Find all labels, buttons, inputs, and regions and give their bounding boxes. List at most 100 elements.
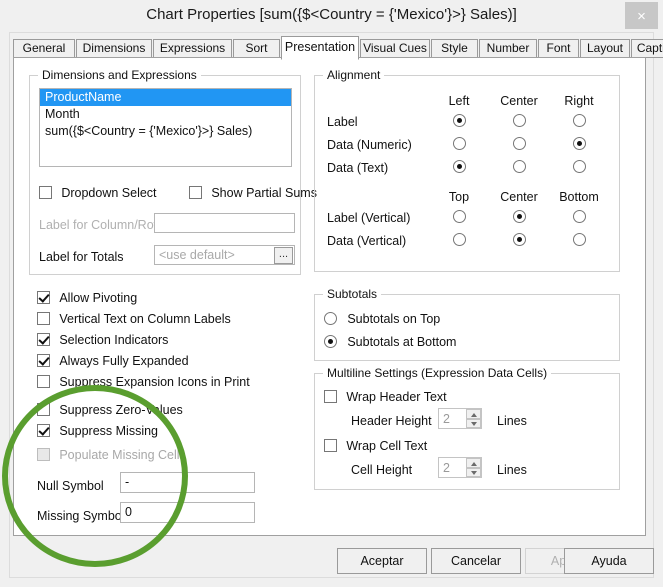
suppress-missing-checkbox[interactable]: Suppress Missing [37, 424, 158, 441]
header-height-value: 2 [443, 412, 450, 426]
alignment-row-data-text-label: Data (Text) [327, 161, 389, 175]
show-partial-sums-checkbox[interactable]: Show Partial Sums [189, 186, 317, 203]
suppress-expansion-icons-in-print-label: Suppress Expansion Icons in Print [59, 375, 250, 389]
tab-dimensions[interactable]: Dimensions [76, 39, 152, 58]
wrap-cell-text-label: Wrap Cell Text [346, 439, 428, 453]
header-height-label: Header Height [351, 414, 432, 428]
subtotals-at-bottom-radio[interactable]: Subtotals at Bottom [324, 335, 456, 352]
presentation-panel: Dimensions and Expressions ProductName M… [13, 57, 646, 536]
radio-label-center[interactable] [513, 114, 526, 127]
radio-label-vertical-top[interactable] [453, 210, 466, 223]
alignment-header-right: Right [564, 94, 594, 108]
selection-indicators-checkbox[interactable]: Selection Indicators [37, 333, 168, 350]
stepper-up-icon[interactable] [466, 458, 481, 468]
dimensions-listbox[interactable]: ProductName Month sum({$<Country = {'Mex… [39, 88, 292, 167]
allow-pivoting-checkbox[interactable]: Allow Pivoting [37, 291, 137, 308]
group-title: Multiline Settings (Expression Data Cell… [323, 366, 552, 380]
tab-expressions[interactable]: Expressions [153, 39, 232, 58]
suppress-missing-label: Suppress Missing [59, 424, 158, 438]
list-item[interactable]: ProductName [40, 89, 291, 106]
radio-label-right[interactable] [573, 114, 586, 127]
tab-general[interactable]: General [13, 39, 75, 58]
stepper-down-icon[interactable] [466, 467, 481, 477]
suppress-zero-values-label: Suppress Zero-Values [59, 403, 183, 417]
checkbox-icon [37, 333, 50, 346]
alignment-header-bottom: Bottom [559, 190, 599, 204]
radio-label-vertical-bottom[interactable] [573, 210, 586, 223]
list-item[interactable]: Month [40, 106, 291, 123]
stepper-down-icon[interactable] [466, 418, 481, 428]
radio-data-numeric-right[interactable] [573, 137, 586, 150]
tab-strip: General Dimensions Expressions Sort Pres… [13, 36, 663, 60]
alignment-header-left: Left [448, 94, 470, 108]
alignment-row-label-label: Label [327, 115, 358, 129]
header-height-stepper[interactable]: 2 [438, 408, 482, 429]
dropdown-select-checkbox[interactable]: Dropdown Select [39, 186, 157, 203]
wrap-header-text-checkbox[interactable]: Wrap Header Text [324, 390, 447, 407]
missing-symbol-label: Missing Symbol [37, 509, 125, 523]
alignment-row-data-vertical-label: Data (Vertical) [327, 234, 407, 248]
cancel-button[interactable]: Cancelar [431, 548, 521, 574]
checkbox-icon [189, 186, 202, 199]
wrap-cell-text-checkbox[interactable]: Wrap Cell Text [324, 439, 427, 456]
cell-height-value: 2 [443, 461, 450, 475]
page-title: Chart Properties [sum({$<Country = {'Mex… [146, 6, 517, 23]
vertical-text-on-column-labels-checkbox[interactable]: Vertical Text on Column Labels [37, 312, 231, 329]
radio-data-numeric-center[interactable] [513, 137, 526, 150]
tab-caption[interactable]: Caption [631, 39, 663, 58]
alignment-row-label-vertical-label: Label (Vertical) [327, 211, 411, 225]
alignment-header-center: Center [500, 94, 538, 108]
tab-presentation[interactable]: Presentation [281, 36, 359, 60]
tab-visual-cues[interactable]: Visual Cues [360, 39, 430, 58]
null-symbol-input[interactable]: - [120, 472, 255, 493]
checkbox-icon [39, 186, 52, 199]
accept-button[interactable]: Aceptar [337, 548, 427, 574]
checkbox-icon [37, 354, 50, 367]
radio-data-text-left[interactable] [453, 160, 466, 173]
checkbox-icon [324, 439, 337, 452]
checkbox-icon [324, 390, 337, 403]
checkbox-icon [37, 291, 50, 304]
alignment-header-top: Top [448, 190, 470, 204]
radio-data-numeric-left[interactable] [453, 137, 466, 150]
label-for-column-row-label: Label for Column/Row [39, 218, 163, 232]
label-for-totals-browse-button[interactable]: ... [274, 247, 293, 264]
show-partial-sums-label: Show Partial Sums [211, 186, 317, 200]
tab-style[interactable]: Style [431, 39, 478, 58]
tab-font[interactable]: Font [538, 39, 579, 58]
checkbox-icon [37, 448, 50, 461]
checkbox-icon [37, 312, 50, 325]
header-height-unit: Lines [497, 414, 527, 428]
label-for-column-row-input[interactable] [154, 213, 295, 233]
alignment-header-vcenter: Center [500, 190, 538, 204]
selection-indicators-label: Selection Indicators [59, 333, 169, 347]
checkbox-icon [37, 403, 50, 416]
suppress-expansion-icons-in-print-checkbox[interactable]: Suppress Expansion Icons in Print [37, 375, 250, 392]
radio-icon [324, 335, 337, 348]
list-item[interactable]: sum({$<Country = {'Mexico'}>} Sales) [40, 123, 291, 140]
stepper-up-icon[interactable] [466, 409, 481, 419]
suppress-zero-values-checkbox[interactable]: Suppress Zero-Values [37, 403, 183, 420]
tab-layout[interactable]: Layout [580, 39, 630, 58]
tab-sort[interactable]: Sort [233, 39, 280, 58]
radio-data-text-right[interactable] [573, 160, 586, 173]
always-fully-expanded-label: Always Fully Expanded [59, 354, 189, 368]
radio-data-text-center[interactable] [513, 160, 526, 173]
tab-number[interactable]: Number [479, 39, 537, 58]
wrap-header-text-label: Wrap Header Text [346, 390, 447, 404]
radio-data-vertical-top[interactable] [453, 233, 466, 246]
stepper-buttons [466, 409, 481, 428]
radio-icon [324, 312, 337, 325]
radio-label-left[interactable] [453, 114, 466, 127]
populate-missing-cells-checkbox: Populate Missing Cells [37, 448, 186, 465]
subtotals-on-top-radio[interactable]: Subtotals on Top [324, 312, 440, 329]
cell-height-stepper[interactable]: 2 [438, 457, 482, 478]
help-button[interactable]: Ayuda [564, 548, 654, 574]
radio-data-vertical-bottom[interactable] [573, 233, 586, 246]
close-icon[interactable]: × [625, 2, 658, 29]
missing-symbol-input[interactable]: 0 [120, 502, 255, 523]
always-fully-expanded-checkbox[interactable]: Always Fully Expanded [37, 354, 189, 371]
radio-data-vertical-center[interactable] [513, 233, 526, 246]
radio-label-vertical-center[interactable] [513, 210, 526, 223]
vertical-text-on-column-labels-label: Vertical Text on Column Labels [59, 312, 231, 326]
